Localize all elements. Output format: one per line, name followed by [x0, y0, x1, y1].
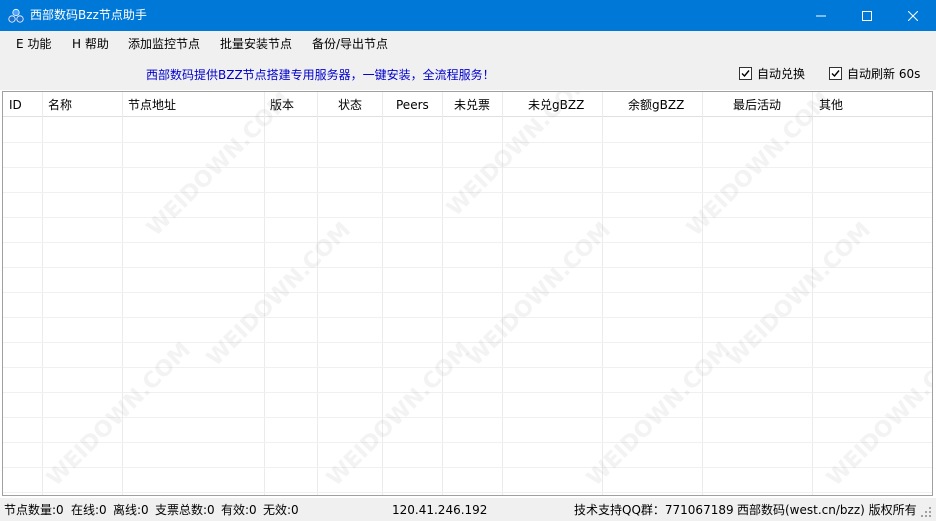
- row-divider: [3, 367, 932, 368]
- column-divider[interactable]: [502, 92, 503, 495]
- status-copyright[interactable]: 西部数码(west.cn/bzz) 版权所有: [737, 503, 917, 517]
- auto-exchange-label[interactable]: 自动兑换: [757, 67, 805, 81]
- column-uncashed-tickets[interactable]: 未兑票: [454, 98, 490, 112]
- status-invalid: 无效:0: [263, 503, 299, 517]
- column-divider[interactable]: [42, 92, 43, 495]
- menu-add-monitor-node[interactable]: 添加监控节点: [128, 37, 200, 51]
- column-uncashed-gbzz[interactable]: 未兑gBZZ: [528, 98, 584, 112]
- column-divider[interactable]: [702, 92, 703, 495]
- menu-function[interactable]: E 功能: [16, 37, 51, 51]
- row-divider: [3, 217, 932, 218]
- auto-refresh-label[interactable]: 自动刷新 60s: [847, 67, 920, 81]
- watermark: WEIDOWN.COM: [202, 217, 356, 372]
- menu-backup-export-node[interactable]: 备份/导出节点: [312, 37, 388, 51]
- column-other[interactable]: 其他: [819, 98, 843, 112]
- info-bar: 西部数码提供BZZ节点搭建专用服务器，一键安装，全流程服务！ 自动兑换 自动刷新…: [0, 57, 936, 90]
- row-divider: [3, 292, 932, 293]
- maximize-icon: [862, 10, 872, 21]
- status-support[interactable]: 技术支持QQ群：771067189: [574, 503, 734, 517]
- watermark: WEIDOWN.COM: [582, 337, 736, 492]
- watermark: WEIDOWN.COM: [722, 217, 876, 372]
- three-dots-logo-icon: [8, 8, 24, 23]
- column-divider[interactable]: [264, 92, 265, 495]
- row-divider: [3, 492, 932, 493]
- status-bar: 节点数量:0 在线:0 离线:0 支票总数:0 有效:0 无效:0 120.41…: [0, 498, 936, 521]
- column-divider[interactable]: [442, 92, 443, 495]
- column-last-activity[interactable]: 最后活动: [733, 98, 781, 112]
- row-divider: [3, 442, 932, 443]
- maximize-button[interactable]: [844, 0, 890, 31]
- menu-bar: E 功能 H 帮助 添加监控节点 批量安装节点 备份/导出节点: [0, 31, 936, 57]
- status-tickets-total: 支票总数:0: [155, 503, 215, 517]
- row-divider: [3, 342, 932, 343]
- watermark: WEIDOWN.COM: [42, 337, 196, 492]
- close-button[interactable]: [890, 0, 936, 31]
- column-divider[interactable]: [317, 92, 318, 495]
- resize-grip-icon[interactable]: [920, 506, 932, 518]
- status-online: 在线:0: [71, 503, 107, 517]
- menu-batch-install-node[interactable]: 批量安装节点: [220, 37, 292, 51]
- minimize-button[interactable]: [798, 0, 844, 31]
- column-divider[interactable]: [382, 92, 383, 495]
- checkmark-icon: [741, 70, 750, 78]
- column-name[interactable]: 名称: [48, 98, 72, 112]
- auto-exchange-checkbox[interactable]: [739, 67, 752, 80]
- row-divider: [3, 242, 932, 243]
- close-icon: [908, 10, 918, 21]
- column-peers[interactable]: Peers: [396, 98, 429, 112]
- column-status[interactable]: 状态: [338, 98, 362, 112]
- row-divider: [3, 142, 932, 143]
- row-divider: [3, 392, 932, 393]
- row-divider: [3, 267, 932, 268]
- minimize-icon: [816, 15, 826, 16]
- row-divider: [3, 192, 932, 193]
- window-title: 西部数码Bzz节点助手: [30, 8, 147, 22]
- menu-help[interactable]: H 帮助: [72, 37, 109, 51]
- row-divider: [3, 417, 932, 418]
- column-divider[interactable]: [122, 92, 123, 495]
- column-balance-gbzz[interactable]: 余额gBZZ: [628, 98, 684, 112]
- status-offline: 离线:0: [113, 503, 149, 517]
- status-ip: 120.41.246.192: [392, 503, 488, 517]
- column-node-address[interactable]: 节点地址: [128, 98, 176, 112]
- watermark: WEIDOWN.COM: [322, 337, 476, 492]
- row-divider: [3, 317, 932, 318]
- node-table[interactable]: ID 名称 节点地址 版本 状态 Peers 未兑票 未兑gBZZ 余额gBZZ…: [2, 91, 933, 496]
- column-version[interactable]: 版本: [270, 98, 294, 112]
- row-divider: [3, 467, 932, 468]
- title-bar: 西部数码Bzz节点助手: [0, 0, 936, 31]
- column-id[interactable]: ID: [9, 98, 22, 112]
- checkmark-icon: [831, 70, 840, 78]
- table-header: ID 名称 节点地址 版本 状态 Peers 未兑票 未兑gBZZ 余额gBZZ…: [3, 92, 932, 117]
- auto-refresh-checkbox[interactable]: [829, 67, 842, 80]
- column-divider[interactable]: [812, 92, 813, 495]
- row-divider: [3, 167, 932, 168]
- watermark: WEIDOWN.COM: [462, 217, 616, 372]
- status-valid: 有效:0: [221, 503, 257, 517]
- status-node-count: 节点数量:0: [4, 503, 64, 517]
- watermark: WEIDOWN.COM: [822, 337, 933, 492]
- promo-text[interactable]: 西部数码提供BZZ节点搭建专用服务器，一键安装，全流程服务！: [146, 68, 495, 82]
- column-divider[interactable]: [602, 92, 603, 495]
